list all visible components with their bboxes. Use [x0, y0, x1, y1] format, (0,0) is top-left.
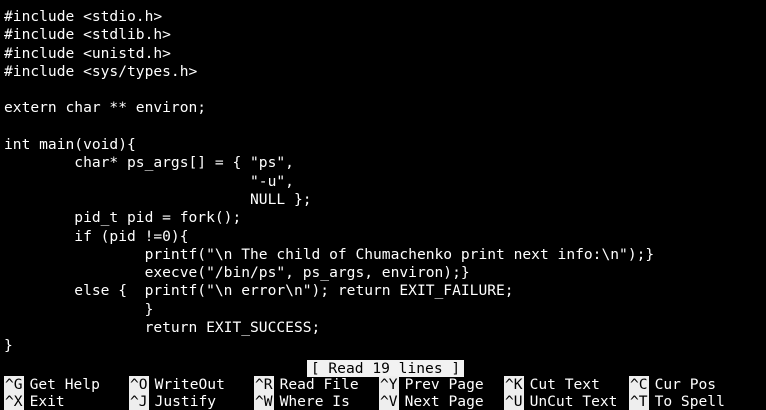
status-bar: [ Read 19 lines ] [0, 358, 766, 377]
shortcut-label: To Spell [654, 393, 725, 410]
shortcut-key: ^K [504, 376, 524, 393]
code-line[interactable]: } [4, 337, 762, 355]
code-line[interactable]: NULL }; [4, 191, 762, 209]
shortcut-label: Prev Page [404, 376, 484, 393]
shortcut-label: Next Page [404, 393, 484, 410]
status-message: [ Read 19 lines ] [306, 360, 465, 377]
shortcut-writeout[interactable]: ^O WriteOut [129, 376, 225, 393]
shortcut-key: ^J [129, 393, 149, 410]
code-line[interactable]: if (pid !=0){ [4, 228, 762, 246]
editor-buffer[interactable]: #include <stdio.h> #include <stdlib.h> #… [4, 8, 762, 356]
code-line[interactable]: char* ps_args[] = { "ps", [4, 154, 762, 172]
shortcut-row-2: ^X Exit ^J Justify ^W Where Is ^V Next Page … [4, 393, 766, 410]
shortcut-key: ^Y [379, 376, 399, 393]
terminal-window[interactable]: #include <stdio.h> #include <stdlib.h> #… [0, 0, 766, 410]
shortcut-cut-text[interactable]: ^K Cut Text [504, 376, 600, 393]
shortcut-key: ^X [4, 393, 24, 410]
shortcut-bar: ^G Get Help ^O WriteOut ^R Read File ^Y Prev… [4, 376, 766, 410]
code-line[interactable]: #include <stdlib.h> [4, 26, 762, 44]
shortcut-next-page[interactable]: ^V Next Page [379, 393, 484, 410]
shortcut-get-help[interactable]: ^G Get Help [4, 376, 100, 393]
code-line[interactable]: #include <unistd.h> [4, 45, 762, 63]
shortcut-key: ^O [129, 376, 149, 393]
shortcut-cur-pos[interactable]: ^C Cur Pos [629, 376, 716, 393]
code-line[interactable]: #include <sys/types.h> [4, 63, 762, 81]
shortcut-label: WriteOut [154, 376, 225, 393]
code-line[interactable]: return EXIT_SUCCESS; [4, 319, 762, 337]
code-line[interactable] [4, 118, 762, 136]
shortcut-prev-page[interactable]: ^Y Prev Page [379, 376, 484, 393]
code-line[interactable]: "-u", [4, 173, 762, 191]
shortcut-where-is[interactable]: ^W Where Is [254, 393, 350, 410]
code-line[interactable]: printf("\n The child of Chumachenko prin… [4, 246, 762, 264]
shortcut-key: ^G [4, 376, 24, 393]
shortcut-uncut-text[interactable]: ^U UnCut Text [504, 393, 617, 410]
shortcut-label: Where Is [279, 393, 350, 410]
shortcut-label: Read File [279, 376, 359, 393]
shortcut-read-file[interactable]: ^R Read File [254, 376, 359, 393]
shortcut-label: Cur Pos [654, 376, 717, 393]
shortcut-to-spell[interactable]: ^T To Spell [629, 393, 725, 410]
shortcut-key: ^C [629, 376, 649, 393]
code-line[interactable]: pid_t pid = fork(); [4, 209, 762, 227]
shortcut-key: ^W [254, 393, 274, 410]
code-line[interactable]: #include <stdio.h> [4, 8, 762, 26]
shortcut-label: Exit [29, 393, 65, 410]
shortcut-row-1: ^G Get Help ^O WriteOut ^R Read File ^Y Prev… [4, 376, 766, 393]
code-line[interactable]: } [4, 301, 762, 319]
shortcut-key: ^R [254, 376, 274, 393]
code-line[interactable]: extern char ** environ; [4, 99, 762, 117]
shortcut-exit[interactable]: ^X Exit [4, 393, 65, 410]
shortcut-label: Justify [154, 393, 217, 410]
shortcut-key: ^V [379, 393, 399, 410]
code-line[interactable]: int main(void){ [4, 136, 762, 154]
shortcut-label: Get Help [29, 376, 100, 393]
shortcut-label: UnCut Text [529, 393, 618, 410]
code-line[interactable]: execve("/bin/ps", ps_args, environ);} [4, 264, 762, 282]
shortcut-label: Cut Text [529, 376, 600, 393]
shortcut-justify[interactable]: ^J Justify [129, 393, 216, 410]
shortcut-key: ^T [629, 393, 649, 410]
code-line[interactable]: else { printf("\n error\n"); return EXIT… [4, 282, 762, 300]
code-line[interactable] [4, 81, 762, 99]
shortcut-key: ^U [504, 393, 524, 410]
